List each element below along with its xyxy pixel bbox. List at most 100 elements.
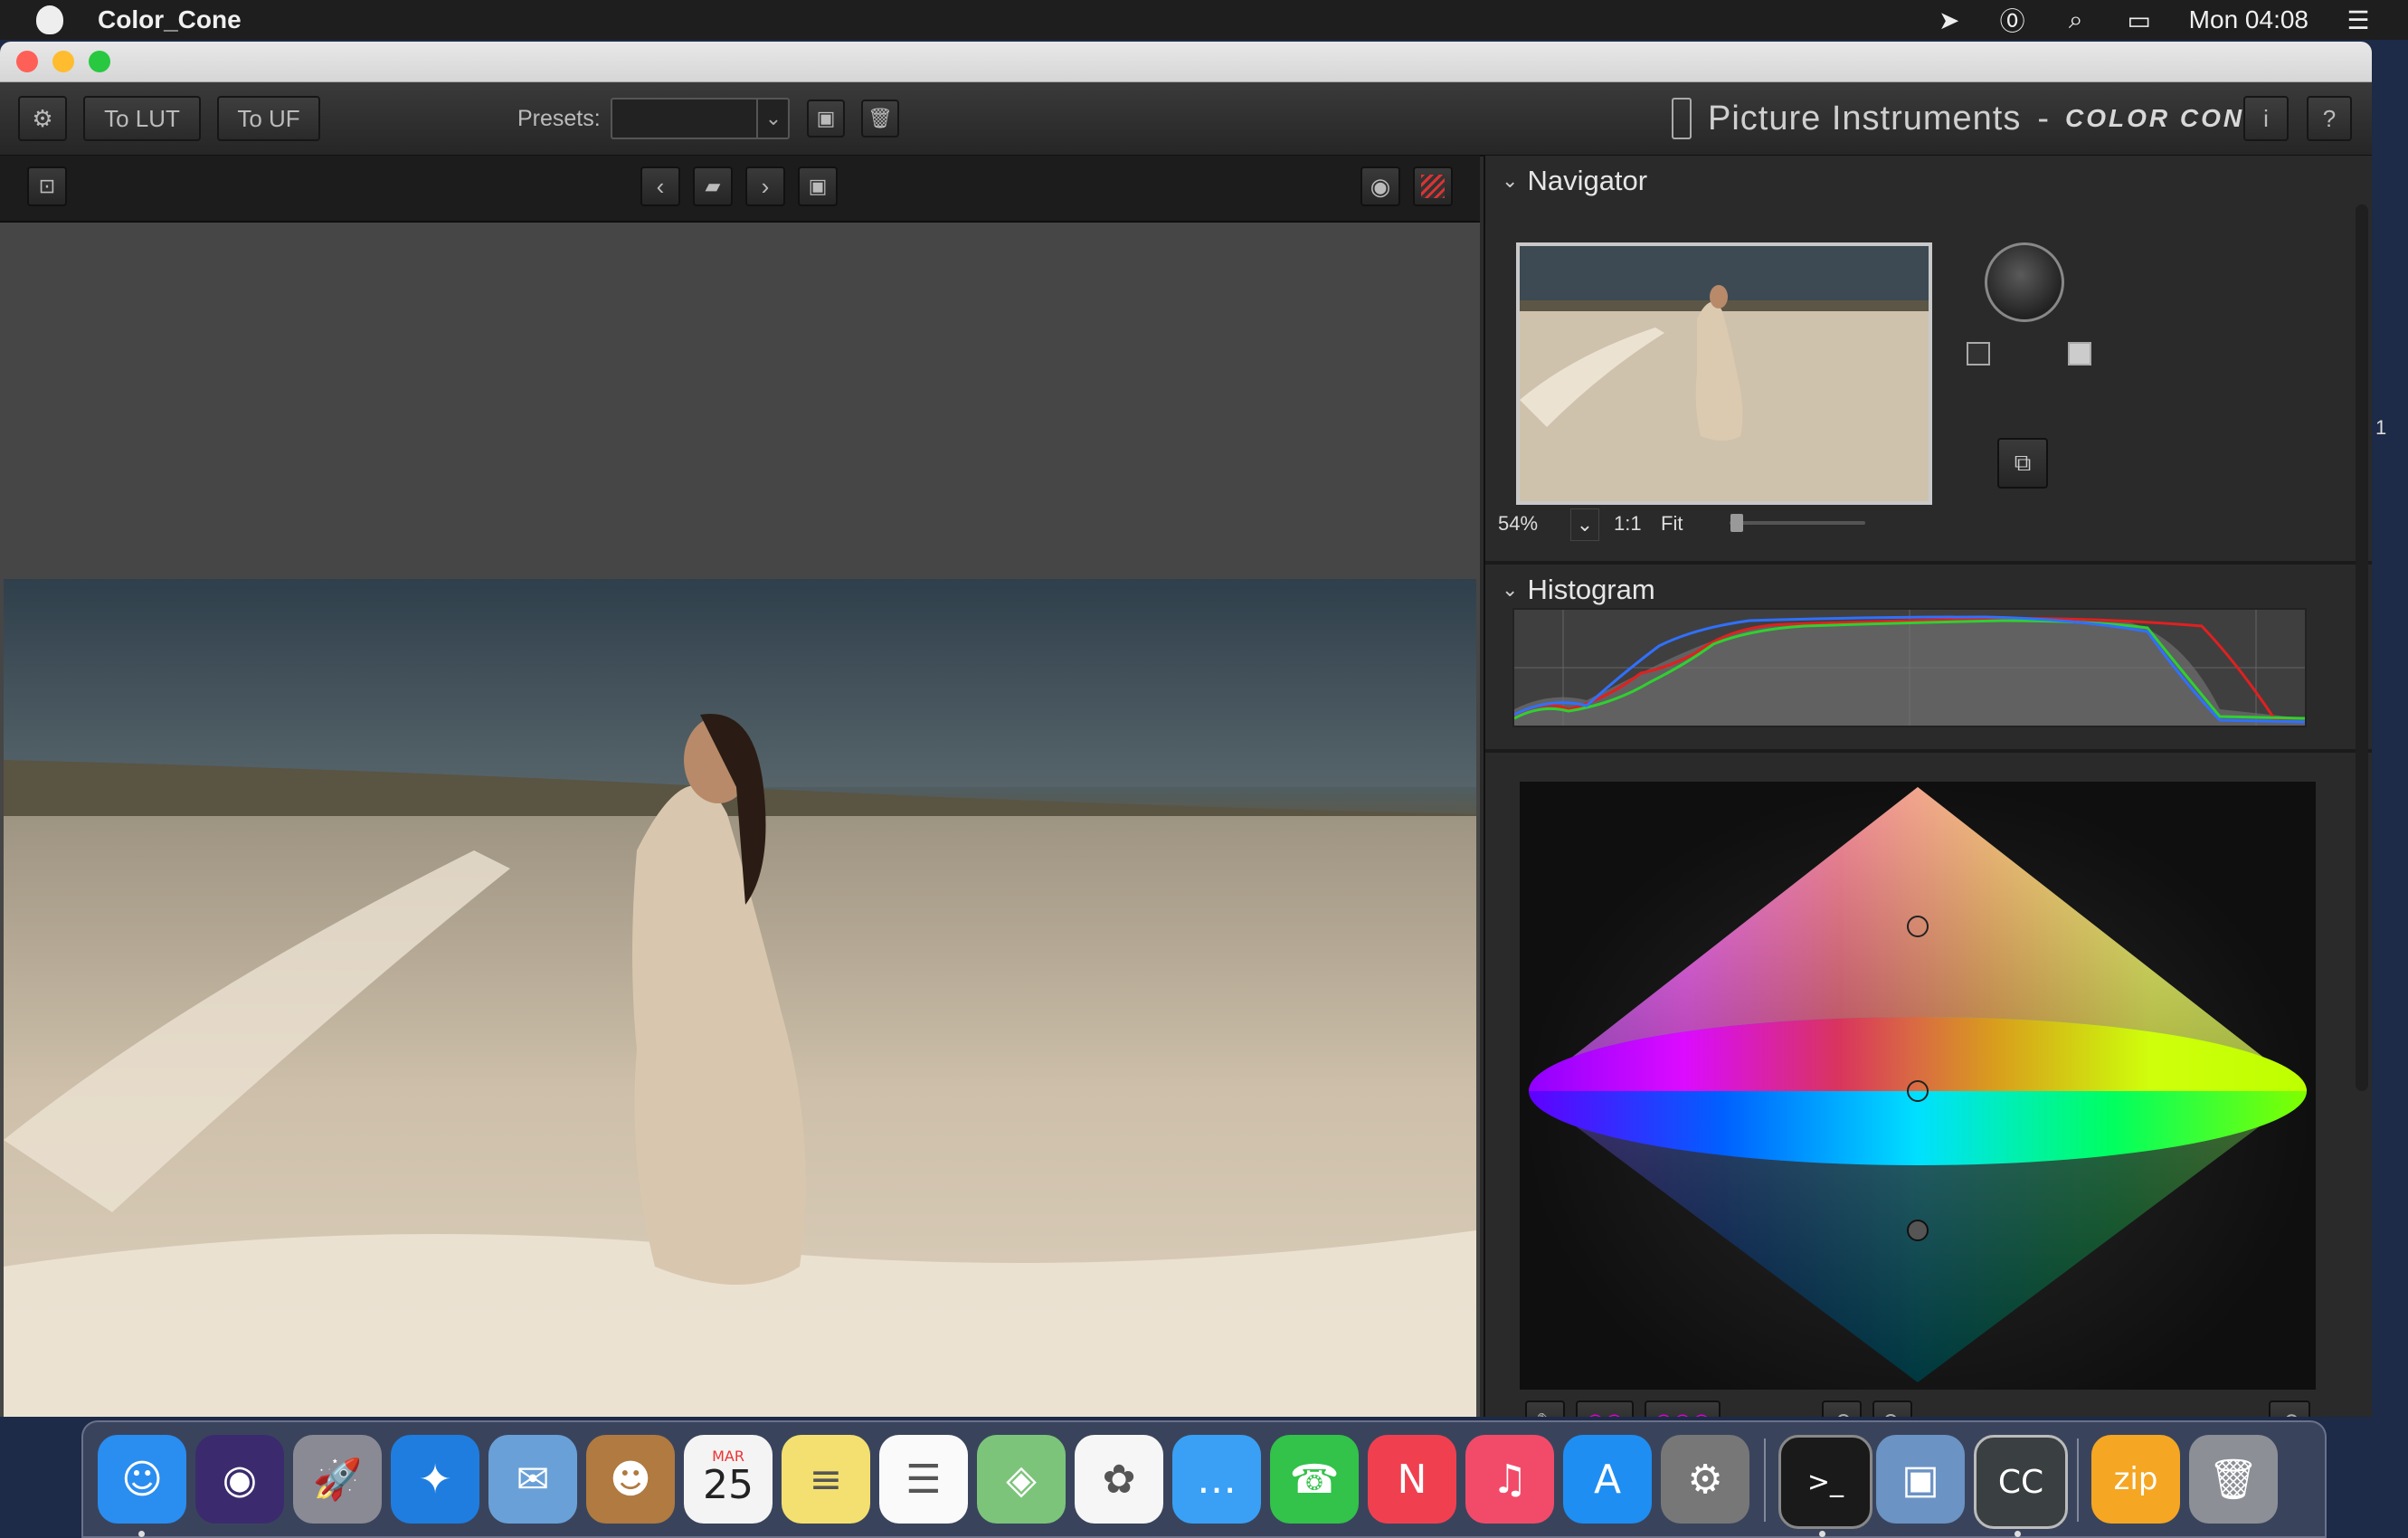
cone-handle-bottom[interactable]: [1907, 1220, 1929, 1241]
notification-center-icon[interactable]: ☰: [2345, 6, 2372, 34]
two-circles-icon: ◎◎: [1586, 1409, 1624, 1418]
save-image-button[interactable]: ▣: [798, 166, 838, 206]
settings-button[interactable]: ⚙: [18, 96, 67, 141]
image-canvas[interactable]: [0, 223, 1480, 1417]
dock-running-indicator: [1819, 1531, 1825, 1537]
minimize-window-button[interactable]: [52, 51, 74, 72]
split-view-button[interactable]: [1413, 166, 1453, 206]
export-button[interactable]: ⊡: [27, 166, 67, 206]
navigator-photo-illustration: [1520, 246, 1929, 501]
three-circles-mode-button[interactable]: ◎◎◎: [1645, 1400, 1721, 1417]
zoom-fit-button[interactable]: Fit: [1661, 508, 1683, 539]
chevron-right-icon: ›: [761, 172, 770, 200]
menu-bar-clock[interactable]: Mon 04:08: [2189, 5, 2308, 34]
siri-icon[interactable]: ◉: [195, 1435, 284, 1524]
spotlight-search-icon[interactable]: ⌕: [2062, 5, 2090, 33]
to-uf-button[interactable]: To UF: [217, 96, 320, 141]
copy-button[interactable]: ⧉: [1997, 438, 2048, 489]
presets-label: Presets:: [517, 105, 601, 131]
zoom-window-button[interactable]: [89, 51, 110, 72]
terminal-icon[interactable]: >_: [1778, 1435, 1872, 1529]
calendar-icon[interactable]: MAR 25: [684, 1435, 773, 1524]
redo-icon: ↷: [1883, 1409, 1901, 1418]
info-button[interactable]: i: [2243, 96, 2289, 141]
preview-photo[interactable]: [4, 579, 1476, 1417]
open-folder-button[interactable]: ▰: [693, 166, 733, 206]
help-button[interactable]: ?: [2307, 96, 2352, 141]
picture-instruments-logo-icon: [1672, 98, 1692, 139]
rotation-dial[interactable]: [1985, 242, 2064, 322]
to-lut-button[interactable]: To LUT: [83, 96, 201, 141]
mail-icon[interactable]: ✉: [488, 1435, 577, 1524]
finder-icon[interactable]: ☺: [98, 1435, 186, 1524]
app-window: ⚙ To LUT To UF Presets: ⌄ ▣ 🗑 Picture In…: [0, 42, 2372, 1417]
save-icon: ▣: [808, 175, 828, 197]
delete-preset-button[interactable]: 🗑: [861, 100, 899, 138]
zoom-slider[interactable]: [1730, 521, 1865, 525]
brand-title: Picture Instruments - COLOR CONE: [1672, 98, 2264, 139]
eyedropper-button[interactable]: ✎: [1525, 1400, 1565, 1417]
maps-icon[interactable]: ◈: [977, 1435, 1066, 1524]
save-icon: ▣: [816, 107, 836, 129]
close-window-button[interactable]: [16, 51, 38, 72]
color-cone-graphic: [1529, 787, 2307, 1382]
music-icon[interactable]: ♫: [1465, 1435, 1554, 1524]
trash-icon: 🗑: [867, 107, 893, 129]
system-preferences-icon[interactable]: ⚙: [1661, 1435, 1749, 1524]
zoom-dropdown[interactable]: ⌄: [1570, 508, 1599, 541]
apple-menu-icon[interactable]: [36, 5, 63, 34]
news-icon[interactable]: N: [1368, 1435, 1456, 1524]
rotate-left-button[interactable]: [1967, 342, 1990, 366]
previous-image-button[interactable]: ‹: [640, 166, 680, 206]
dock-separator: [1764, 1438, 1766, 1522]
chevron-down-icon[interactable]: ⌄: [1502, 578, 1518, 602]
zoom-slider-handle[interactable]: [1730, 514, 1743, 532]
messages-icon[interactable]: …: [1172, 1435, 1261, 1524]
save-preset-button[interactable]: ▣: [807, 100, 845, 138]
display-mirroring-icon[interactable]: ▭: [2126, 6, 2153, 34]
chevron-down-icon: ⌄: [1576, 513, 1594, 536]
color-cone-app-icon[interactable]: CC: [1974, 1435, 2068, 1529]
notes-icon[interactable]: ≡: [782, 1435, 870, 1524]
photos-icon[interactable]: ✿: [1075, 1435, 1163, 1524]
histogram-header[interactable]: ⌄ Histogram: [1502, 574, 1655, 606]
app-store-icon[interactable]: A: [1563, 1435, 1652, 1524]
two-circles-mode-button[interactable]: ◎◎: [1576, 1400, 1634, 1417]
facetime-icon[interactable]: ☎: [1270, 1435, 1359, 1524]
launchpad-icon[interactable]: 🚀: [293, 1435, 382, 1524]
next-image-button[interactable]: ›: [745, 166, 785, 206]
zoom-value[interactable]: 54%: [1498, 508, 1538, 539]
zoom-one-to-one-button[interactable]: 1:1: [1614, 508, 1642, 539]
chevron-down-icon[interactable]: ⌄: [1502, 169, 1518, 193]
contacts-icon[interactable]: ☻: [586, 1435, 675, 1524]
side-panel-scrollbar[interactable]: [2356, 204, 2368, 1091]
navigator-header[interactable]: ⌄ Navigator: [1502, 165, 1647, 197]
location-arrow-icon[interactable]: ➤: [1936, 6, 1963, 34]
chevron-down-icon[interactable]: ⌄: [756, 98, 789, 139]
product-name: COLOR CONE: [2065, 104, 2264, 132]
split-view-icon: [1421, 175, 1445, 198]
undo-button[interactable]: ↶: [1822, 1400, 1862, 1417]
eyedropper-icon: ✎: [1536, 1409, 1554, 1418]
reminders-icon[interactable]: ☰: [879, 1435, 968, 1524]
app-menu-name[interactable]: Color_Cone: [98, 5, 242, 34]
dock-running-indicator: [138, 1531, 145, 1537]
redo-button[interactable]: ↷: [1872, 1400, 1912, 1417]
dock-running-indicator: [2015, 1531, 2021, 1537]
preview-icon[interactable]: ▣: [1876, 1435, 1965, 1524]
reset-button[interactable]: ⟲: [2269, 1400, 2310, 1417]
color-cone-editor[interactable]: [1520, 782, 2316, 1390]
trash-icon[interactable]: 🗑: [2189, 1435, 2278, 1524]
histogram-graph: [1513, 610, 2306, 726]
desktop-edge-text: 1: [2375, 416, 2387, 439]
zip-archive-icon[interactable]: zip: [2091, 1435, 2180, 1524]
folder-icon: ▰: [705, 175, 721, 197]
password-manager-icon[interactable]: ⓪: [1999, 6, 2026, 35]
histogram-chart: [1512, 608, 2307, 727]
preview-toggle-button[interactable]: ◉: [1360, 166, 1400, 206]
safari-icon[interactable]: ✦: [391, 1435, 479, 1524]
rotate-right-button[interactable]: [2068, 342, 2091, 366]
gear-icon: ⚙: [32, 104, 53, 132]
navigator-thumbnail[interactable]: [1516, 242, 1932, 505]
copy-icon: ⧉: [2014, 449, 2032, 476]
